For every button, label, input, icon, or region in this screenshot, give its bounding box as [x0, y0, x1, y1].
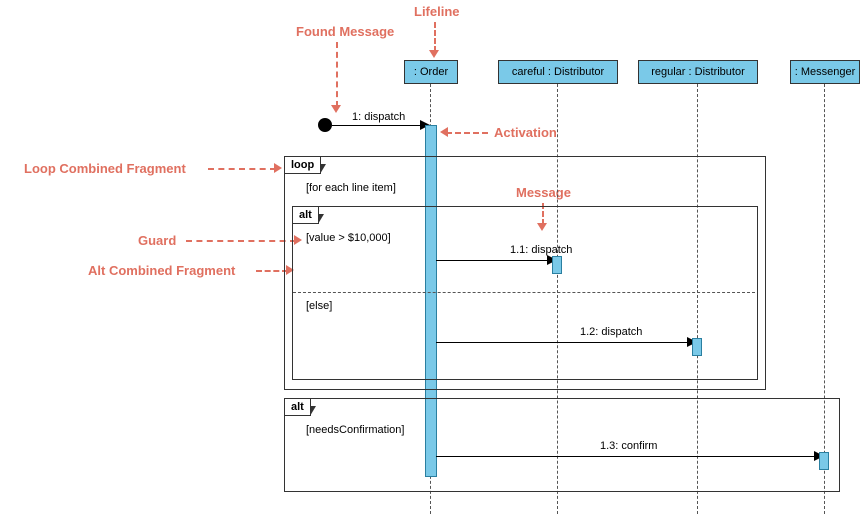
- fragment-alt2: alt: [284, 398, 840, 492]
- msg-line-13: [436, 456, 818, 457]
- guard-alt2: [needsConfirmation]: [306, 424, 404, 436]
- msg-line-1: [332, 125, 424, 126]
- msg-line-11: [436, 260, 551, 261]
- arrow-guard: [186, 240, 296, 242]
- arrowhead-lifeline: [429, 50, 439, 58]
- found-message-origin: [318, 118, 332, 132]
- msg-label-1: 1: dispatch: [352, 111, 405, 123]
- lifeline-order: : Order: [404, 60, 458, 84]
- arrow-lifeline: [434, 22, 436, 52]
- annotation-alt-fragment: Alt Combined Fragment: [88, 263, 235, 278]
- arrow-loop-fragment: [208, 168, 276, 170]
- fragment-alt1-label: alt: [293, 207, 319, 224]
- alt1-divider: [293, 292, 755, 293]
- lifeline-messenger: : Messenger: [790, 60, 860, 84]
- annotation-found-message: Found Message: [296, 24, 394, 39]
- fragment-alt2-label: alt: [285, 399, 311, 416]
- fragment-loop-label: loop: [285, 157, 321, 174]
- annotation-activation: Activation: [494, 125, 557, 140]
- activation-regular: [692, 338, 702, 356]
- arrowhead-activation: [440, 127, 448, 137]
- arrowhead-loop-fragment: [274, 163, 282, 173]
- annotation-loop-fragment: Loop Combined Fragment: [24, 161, 186, 176]
- lifeline-regular: regular : Distributor: [638, 60, 758, 84]
- guard-alt1-if: [value > $10,000]: [306, 232, 391, 244]
- msg-line-12: [436, 342, 691, 343]
- arrowhead-found-message: [331, 105, 341, 113]
- arrow-activation: [446, 132, 488, 134]
- annotation-guard: Guard: [138, 233, 176, 248]
- lifeline-careful: careful : Distributor: [498, 60, 618, 84]
- arrow-found-message: [336, 42, 338, 107]
- activation-careful: [552, 256, 562, 274]
- msg-label-12: 1.2: dispatch: [580, 326, 642, 338]
- guard-loop: [for each line item]: [306, 182, 396, 194]
- activation-messenger: [819, 452, 829, 470]
- annotation-lifeline: Lifeline: [414, 4, 460, 19]
- guard-alt1-else: [else]: [306, 300, 332, 312]
- msg-label-11: 1.1: dispatch: [510, 244, 572, 256]
- msg-label-13: 1.3: confirm: [600, 440, 657, 452]
